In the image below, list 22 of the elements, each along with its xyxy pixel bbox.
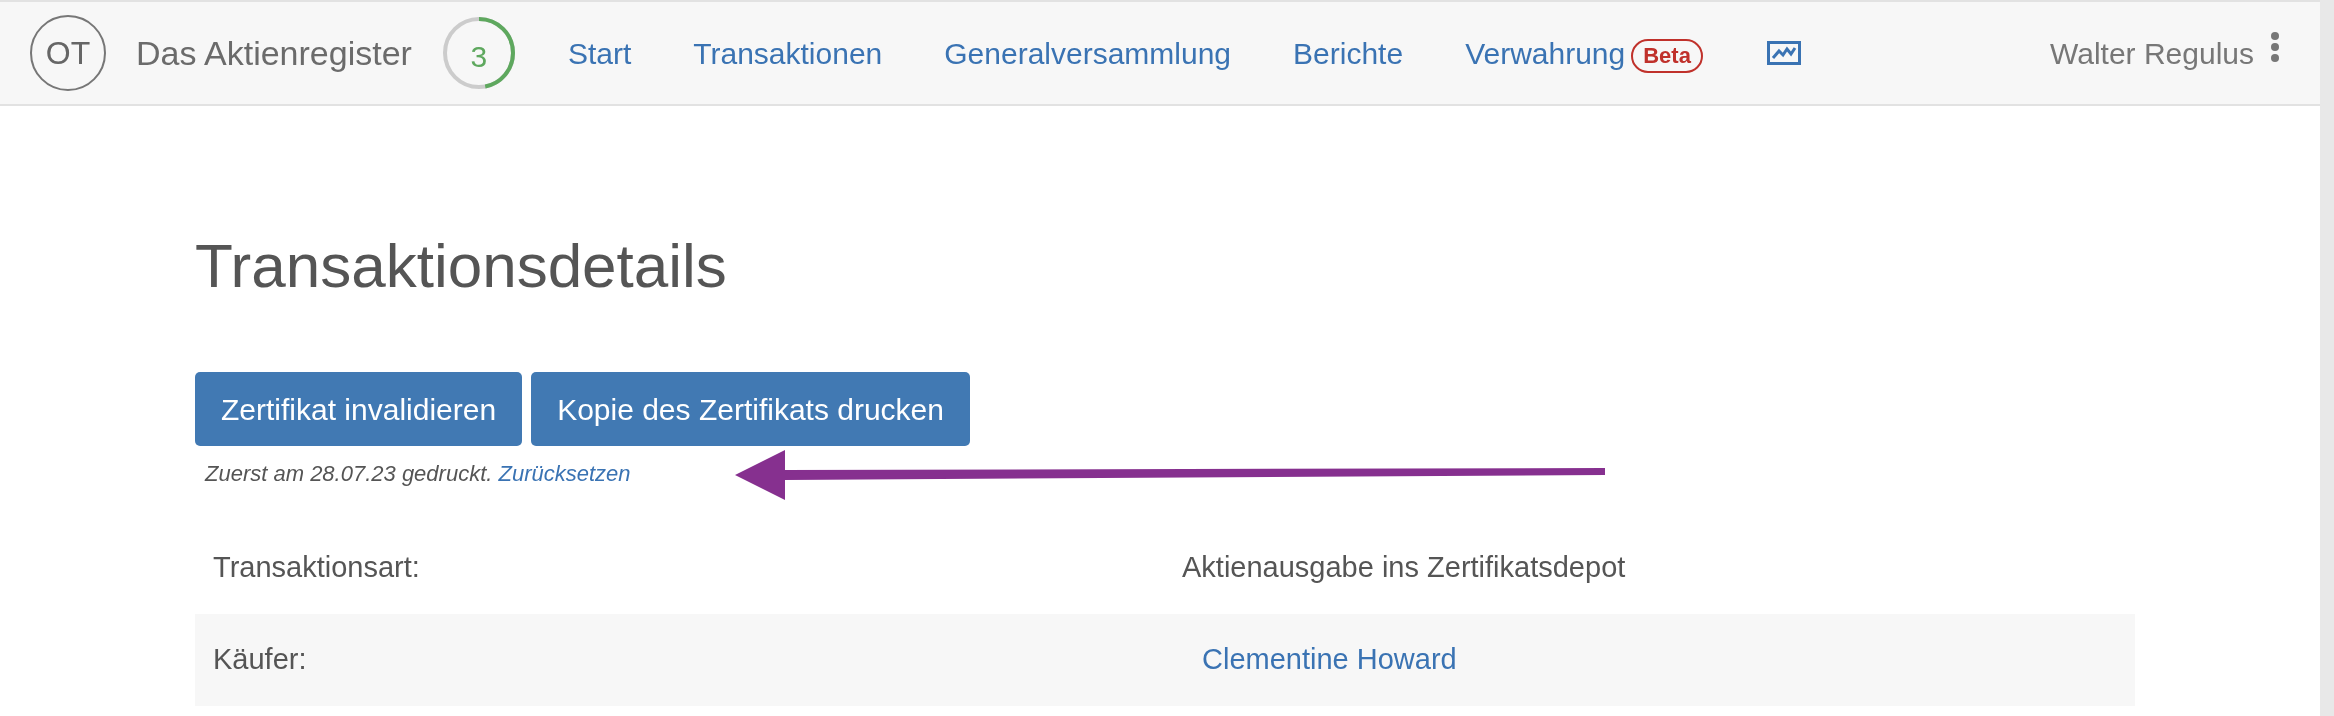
field-label: Transaktionsart: bbox=[212, 550, 421, 586]
avatar[interactable]: OT bbox=[30, 15, 106, 91]
app-title: Das Aktienregister bbox=[136, 32, 412, 74]
page-heading: Transaktionsdetails bbox=[195, 230, 728, 302]
progress-count: 3 bbox=[469, 38, 489, 75]
field-value: Aktienausgabe ins Zertifikatsdepot bbox=[1182, 550, 1626, 586]
nav-link[interactable]: Generalversammlung bbox=[944, 30, 1232, 76]
nav-link[interactable]: Start bbox=[567, 30, 632, 76]
reset-link[interactable]: Zurücksetzen bbox=[498, 461, 631, 486]
action-button[interactable]: Zertifikat invalidieren bbox=[195, 372, 523, 446]
nav-link[interactable]: Berichte bbox=[1293, 30, 1404, 76]
print-note: Zuerst am 28.07.23 gedruckt. bbox=[205, 461, 493, 486]
scrollbar[interactable] bbox=[2320, 0, 2334, 716]
user-name[interactable]: Walter Regulus bbox=[2050, 30, 2254, 76]
beta-badge: Beta bbox=[1631, 39, 1703, 73]
chart-icon[interactable] bbox=[1766, 41, 1801, 65]
action-button[interactable]: Kopie des Zertifikats drucken bbox=[531, 372, 970, 446]
more-icon[interactable] bbox=[2270, 31, 2280, 63]
field-label: Käufer: bbox=[212, 642, 308, 678]
nav-link[interactable]: Verwahrung bbox=[1465, 30, 1626, 76]
buyer-link[interactable]: Clementine Howard bbox=[1202, 638, 1457, 682]
nav-link[interactable]: Transaktionen bbox=[693, 30, 883, 76]
